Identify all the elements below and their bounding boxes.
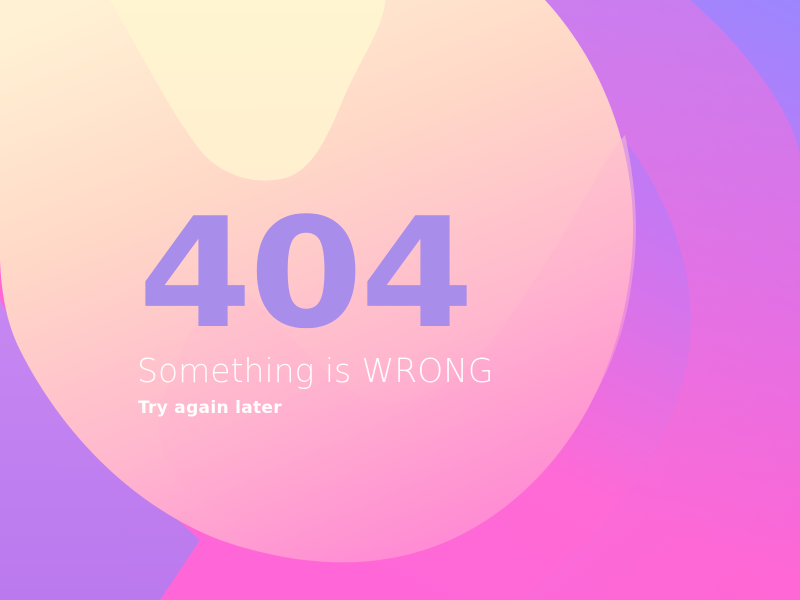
error-subline: Try again later [138,398,282,418]
error-headline: Something is WRONG [137,351,494,390]
error-code: 404 [138,185,474,362]
error-page: 404 Something is WRONG Try again later [0,0,800,600]
